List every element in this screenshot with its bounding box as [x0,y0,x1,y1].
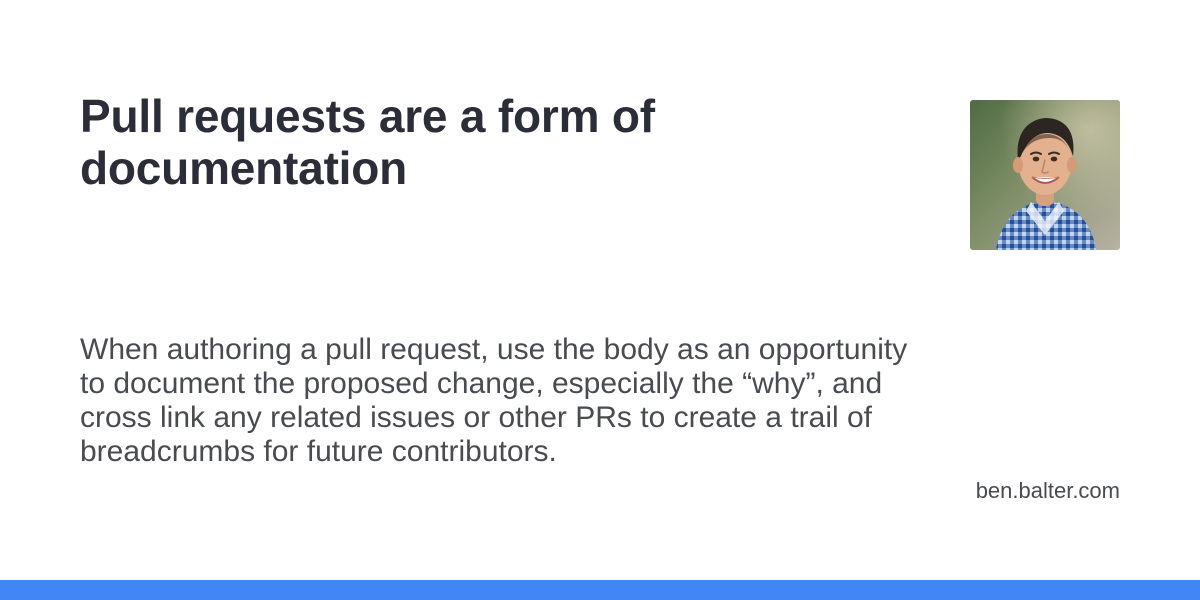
accent-bottom-bar [0,580,1200,600]
page-description: When authoring a pull request, use the b… [80,333,908,468]
author-avatar-photo [970,100,1120,250]
site-domain: ben.balter.com [975,478,1120,503]
social-share-card: Pull requests are a form of documentatio… [0,0,1200,600]
page-title: Pull requests are a form of documentatio… [80,90,655,194]
